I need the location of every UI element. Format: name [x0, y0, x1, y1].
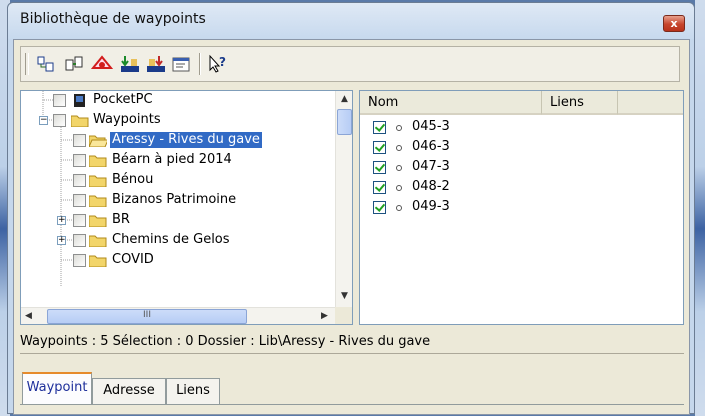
row-name: 046-3 — [412, 139, 450, 154]
collapse-icon[interactable]: − — [39, 116, 48, 125]
list-row[interactable]: 048-2 — [360, 178, 680, 198]
tree-item-label: Bénou — [112, 172, 154, 187]
tree-item-waypoints[interactable]: − Waypoints — [21, 111, 321, 131]
folder-icon — [89, 215, 107, 227]
expand-icon[interactable]: + — [57, 236, 66, 245]
svg-text:?: ? — [219, 55, 226, 69]
column-header-label: Liens — [550, 95, 584, 110]
tree-item-label: Bizanos Patrimoine — [112, 192, 237, 207]
bottom-tabs: Waypoint Adresse Liens — [20, 370, 684, 410]
tree-item-label: BR — [112, 212, 130, 227]
scroll-left-icon[interactable]: ◀ — [25, 311, 32, 321]
export-icon[interactable] — [145, 54, 167, 74]
title-bar[interactable]: Bibliothèque de waypoints x — [8, 3, 694, 39]
scroll-down-icon[interactable]: ▼ — [341, 291, 348, 301]
open-folder-icon — [89, 135, 107, 147]
scroll-up-icon[interactable]: ▲ — [341, 94, 348, 104]
column-header-label: Nom — [368, 95, 399, 110]
status-divider — [20, 353, 684, 354]
row-name: 048-2 — [412, 179, 450, 194]
tree-vertical-scrollbar[interactable]: ▲ ▼ — [335, 91, 352, 307]
tree-item-benou[interactable]: Bénou — [21, 171, 321, 191]
row-checkbox[interactable] — [373, 141, 386, 154]
waypoint-dot-icon — [396, 145, 402, 151]
window-title: Bibliothèque de waypoints — [20, 11, 206, 27]
column-header-filler — [618, 91, 683, 115]
tree-item-label: Béarn à pied 2014 — [112, 152, 232, 167]
tree-item-aressy[interactable]: Aressy - Rives du gave — [21, 131, 335, 151]
scroll-thumb[interactable] — [337, 109, 352, 135]
waypoint-dot-icon — [396, 205, 402, 211]
tree-item-chemins[interactable]: + Chemins de Gelos — [21, 231, 321, 251]
row-checkbox[interactable] — [373, 201, 386, 214]
tab-waypoint[interactable]: Waypoint — [22, 372, 92, 404]
tab-liens[interactable]: Liens — [166, 378, 220, 404]
tree-checkbox[interactable] — [73, 134, 86, 147]
tree-item-label: Aressy - Rives du gave — [110, 132, 262, 148]
tree-item-br[interactable]: + BR — [21, 211, 321, 231]
tree-item-pocketpc[interactable]: PocketPC — [21, 91, 321, 111]
new-folder-icon[interactable] — [63, 54, 85, 74]
row-name: 049-3 — [412, 199, 450, 214]
list-row[interactable]: 047-3 — [360, 158, 680, 178]
scroll-corner — [335, 307, 352, 324]
row-checkbox[interactable] — [373, 181, 386, 194]
scroll-thumb[interactable]: III — [47, 309, 247, 324]
folder-tree[interactable]: PocketPC − Waypoints Aressy - Rives du g… — [20, 90, 353, 325]
waypoint-dot-icon — [396, 185, 402, 191]
folder-icon — [89, 195, 107, 207]
waypoint-dot-icon — [396, 165, 402, 171]
tab-adresse[interactable]: Adresse — [92, 378, 166, 404]
column-header-liens[interactable]: Liens — [542, 91, 618, 115]
waypoint-list[interactable]: Nom Liens 045-3 046-3 047-3 048-2 049-3 — [359, 90, 684, 325]
tree-item-covid[interactable]: COVID — [21, 251, 321, 271]
client-area: ? PocketPC − Waypoints Aressy - Rives du… — [13, 39, 690, 415]
row-checkbox[interactable] — [373, 161, 386, 174]
list-row[interactable]: 045-3 — [360, 118, 680, 138]
connect-icon[interactable] — [35, 54, 57, 74]
column-header-nom[interactable]: Nom — [360, 91, 542, 115]
folder-icon — [89, 235, 107, 247]
tree-checkbox[interactable] — [73, 214, 86, 227]
row-name: 047-3 — [412, 159, 450, 174]
tab-baseline — [20, 404, 684, 405]
row-name: 045-3 — [412, 119, 450, 134]
list-row[interactable]: 049-3 — [360, 198, 680, 218]
toolbar: ? — [20, 46, 680, 82]
tree-horizontal-scrollbar[interactable]: ◀ III ▶ — [21, 307, 335, 324]
tree-checkbox[interactable] — [73, 254, 86, 267]
import-icon[interactable] — [119, 54, 141, 74]
tree-item-bearn[interactable]: Béarn à pied 2014 — [21, 151, 321, 171]
tree-item-label: Waypoints — [93, 112, 161, 127]
tree-item-label: COVID — [112, 252, 154, 267]
folder-icon — [89, 255, 107, 267]
tree-item-bizanos[interactable]: Bizanos Patrimoine — [21, 191, 321, 211]
properties-icon[interactable] — [171, 54, 193, 74]
close-button[interactable]: x — [663, 15, 685, 32]
toolbar-grip[interactable] — [25, 53, 29, 75]
tree-checkbox[interactable] — [73, 154, 86, 167]
device-icon — [74, 94, 85, 107]
tree-checkbox[interactable] — [73, 234, 86, 247]
folder-icon — [89, 175, 107, 187]
tree-checkbox[interactable] — [73, 174, 86, 187]
delete-icon[interactable] — [90, 54, 114, 74]
desktop-edge-right — [695, 0, 705, 416]
scroll-right-icon[interactable]: ▶ — [321, 311, 328, 321]
folder-icon — [89, 155, 107, 167]
row-checkbox[interactable] — [373, 121, 386, 134]
waypoint-dot-icon — [396, 125, 402, 131]
waypoint-library-window: Bibliothèque de waypoints x ? PocketPC −… — [7, 2, 695, 415]
folder-icon — [71, 115, 89, 127]
expand-icon[interactable]: + — [57, 216, 66, 225]
tree-checkbox[interactable] — [53, 114, 66, 127]
tree-checkbox[interactable] — [73, 194, 86, 207]
status-bar: Waypoints : 5 Sélection : 0 Dossier : Li… — [20, 334, 431, 349]
tree-item-label: PocketPC — [93, 92, 153, 107]
tree-checkbox[interactable] — [53, 94, 66, 107]
help-icon[interactable]: ? — [207, 54, 229, 74]
tree-item-label: Chemins de Gelos — [112, 232, 230, 247]
list-row[interactable]: 046-3 — [360, 138, 680, 158]
toolbar-separator — [199, 53, 201, 75]
